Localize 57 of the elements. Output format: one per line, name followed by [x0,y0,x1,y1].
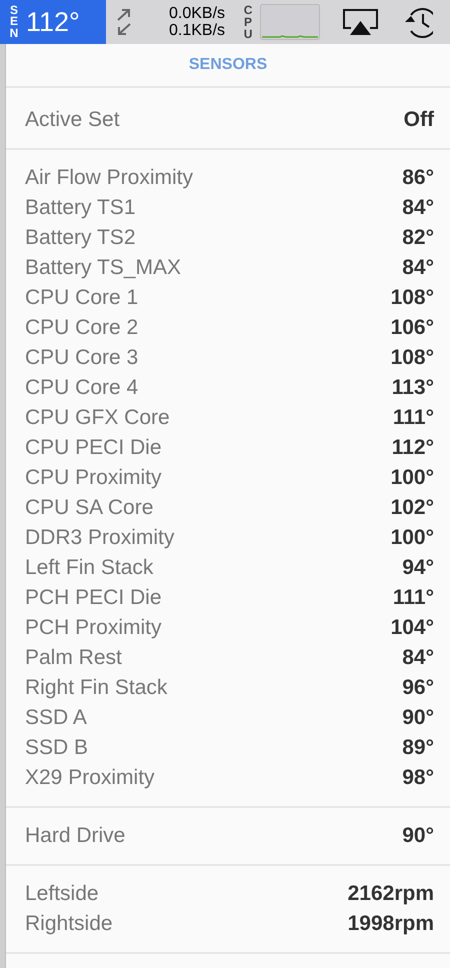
sensor-value: 108° [390,285,434,312]
sensor-label: Rightside [25,911,113,938]
sensor-value: Off [404,107,434,134]
sensor-label: CPU Core 2 [25,315,138,342]
sensor-label: CPU PECI Die [25,435,162,462]
cpu-menu-item[interactable]: CPU [242,4,320,40]
sensor-value: 111° [392,405,434,432]
sensor-value: 84° [402,645,434,672]
sensor-label: Air Flow Proximity [25,165,194,192]
sensor-label: X29 Proximity [25,765,155,792]
sensor-label: CPU Core 3 [25,345,138,372]
sensor-label: SSD A [25,705,87,732]
sensor-value: 100° [390,465,434,492]
sensor-label: Left Fin Stack [25,555,154,582]
sensor-value: 90° [402,705,434,732]
sensor-label: Right Fin Stack [25,675,168,702]
sensor-value: 113° [392,375,434,402]
sensor-label: SSD B [25,735,88,762]
sensor-label: Leftside [25,881,99,908]
sensor-label: CPU Core 4 [25,375,138,402]
sensor-value: 86° [402,165,434,192]
sensor-value: 90° [402,823,434,850]
sensor-label: CPU SA Core [25,495,154,522]
sensor-label: Battery TS1 [25,195,136,222]
sensor-value: 98° [402,765,434,792]
sensor-label: CPU GFX Core [25,405,170,432]
sensor-value: 84° [402,195,434,222]
sensor-value: 100° [390,525,434,552]
sensor-label: Palm Rest [25,645,122,672]
sensor-value: 89° [402,735,434,762]
cpu-graph [260,4,320,40]
history-icon[interactable] [403,5,434,39]
sensor-value: 112° [392,435,434,462]
sensor-value: 106° [390,315,434,342]
sensor-value: 102° [390,495,434,522]
sensor-label: CPU Proximity [25,465,162,492]
sensor-label: Hard Drive [25,823,126,850]
sensor-label: CPU Core 1 [25,285,138,312]
sensor-value: 108° [390,345,434,372]
sensor-label: Active Set [25,107,120,134]
sensor-label: PCH Proximity [25,615,162,642]
sensor-value: 1998rpm [348,911,434,938]
sensor-value: 96° [402,675,434,702]
arrows-icon [116,8,132,36]
sensor-value: 104° [390,615,434,642]
sensor-value: 82° [402,225,434,252]
airplay-icon[interactable] [342,8,380,36]
sensor-value: 111° [392,585,434,612]
sensor-label: DDR3 Proximity [25,525,174,552]
sensor-label: PCH PECI Die [25,585,162,612]
sensor-value: 94° [402,555,434,582]
sensor-label: Battery TS_MAX [25,255,182,282]
panel-title: SENSORS [6,44,450,88]
network-menu-item[interactable]: 0.0KB/s 0.1KB/s [169,5,226,39]
sensor-label: Battery TS2 [25,225,136,252]
sensor-value: 2162rpm [348,881,434,908]
sensor-value: 84° [402,255,434,282]
